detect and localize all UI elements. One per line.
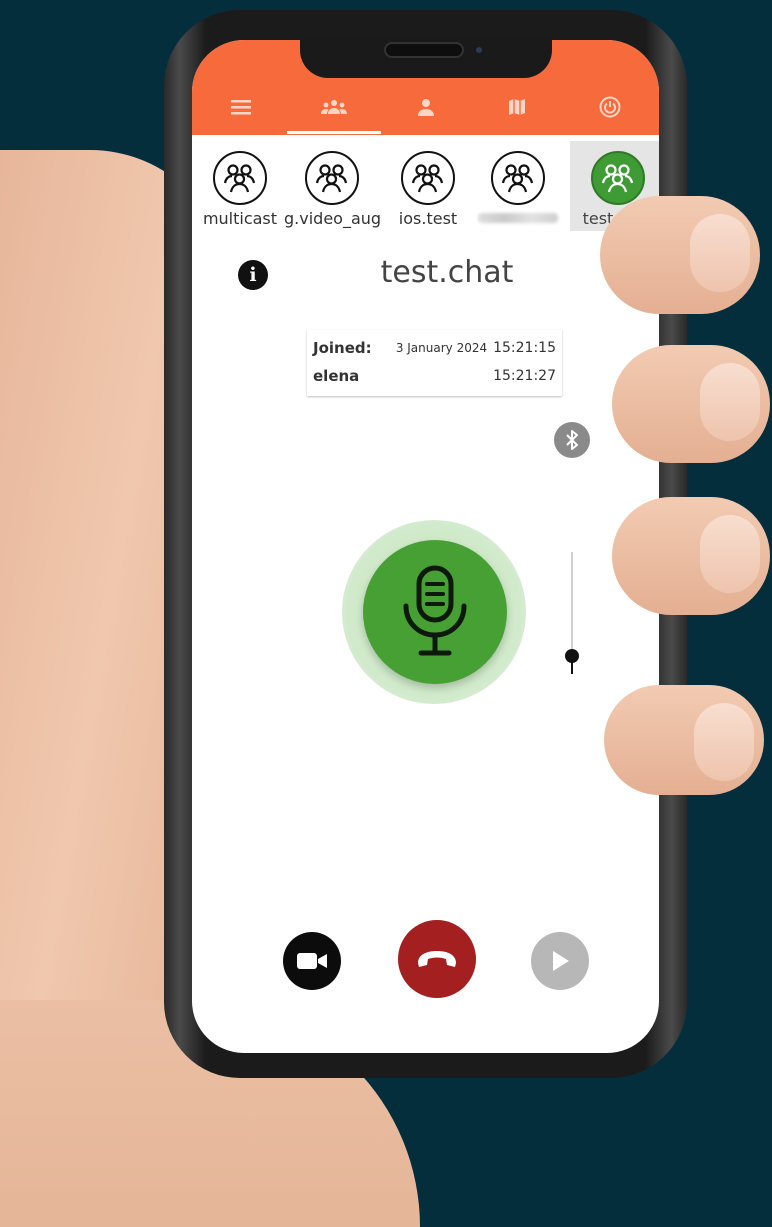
video-camera-icon bbox=[297, 953, 327, 969]
member-name: elena bbox=[313, 367, 360, 385]
channel-item[interactable]: g.video_aug bbox=[284, 141, 382, 231]
group-icon bbox=[491, 151, 545, 205]
group-icon bbox=[305, 151, 359, 205]
member-row: elena 15:21:27 bbox=[313, 364, 556, 388]
joined-date: 3 January 2024 bbox=[395, 341, 488, 355]
power-icon[interactable] bbox=[595, 92, 625, 122]
map-icon[interactable] bbox=[502, 92, 532, 122]
finger bbox=[600, 196, 760, 314]
finger bbox=[612, 497, 770, 615]
blurred-channel-label bbox=[478, 213, 558, 223]
group-icon bbox=[591, 151, 645, 205]
phone-speaker bbox=[384, 42, 464, 58]
active-tab-indicator bbox=[287, 131, 381, 134]
play-button[interactable] bbox=[531, 932, 589, 990]
channel-item[interactable] bbox=[470, 141, 566, 231]
channel-label: g.video_aug bbox=[284, 209, 382, 228]
joined-table: Joined: 3 January 2024 15:21:15 elena 15… bbox=[307, 330, 562, 396]
finger bbox=[612, 345, 770, 463]
member-time: 15:21:27 bbox=[493, 368, 556, 384]
channel-label: multicast bbox=[202, 209, 278, 228]
channel-item[interactable]: ios.test bbox=[380, 141, 476, 231]
channel-strip: multicast g.video_aug ios.test test.chat bbox=[192, 135, 659, 235]
app-screen: multicast g.video_aug ios.test test.chat bbox=[192, 40, 659, 1053]
group-icon[interactable] bbox=[319, 92, 349, 122]
finger bbox=[604, 685, 764, 795]
channel-item[interactable]: multicast bbox=[192, 141, 288, 231]
microphone-icon bbox=[403, 565, 467, 656]
front-camera bbox=[476, 47, 482, 53]
bluetooth-icon[interactable] bbox=[554, 422, 590, 458]
group-icon bbox=[213, 151, 267, 205]
person-icon[interactable] bbox=[411, 92, 441, 122]
channel-label: ios.test bbox=[398, 209, 458, 228]
volume-slider-knob[interactable] bbox=[565, 648, 579, 663]
joined-label: Joined: bbox=[313, 339, 372, 357]
play-icon bbox=[553, 951, 569, 971]
hangup-button[interactable] bbox=[398, 920, 476, 998]
channel-title: test.chat bbox=[380, 255, 514, 290]
menu-icon[interactable] bbox=[226, 92, 256, 122]
group-icon bbox=[401, 151, 455, 205]
phone-hangup-icon bbox=[418, 951, 456, 967]
joined-time: 15:21:15 bbox=[493, 340, 556, 356]
push-to-talk-button[interactable] bbox=[363, 540, 507, 684]
info-icon[interactable]: i bbox=[238, 260, 268, 290]
video-button[interactable] bbox=[283, 932, 341, 990]
joined-row: Joined: 3 January 2024 15:21:15 bbox=[313, 336, 556, 360]
